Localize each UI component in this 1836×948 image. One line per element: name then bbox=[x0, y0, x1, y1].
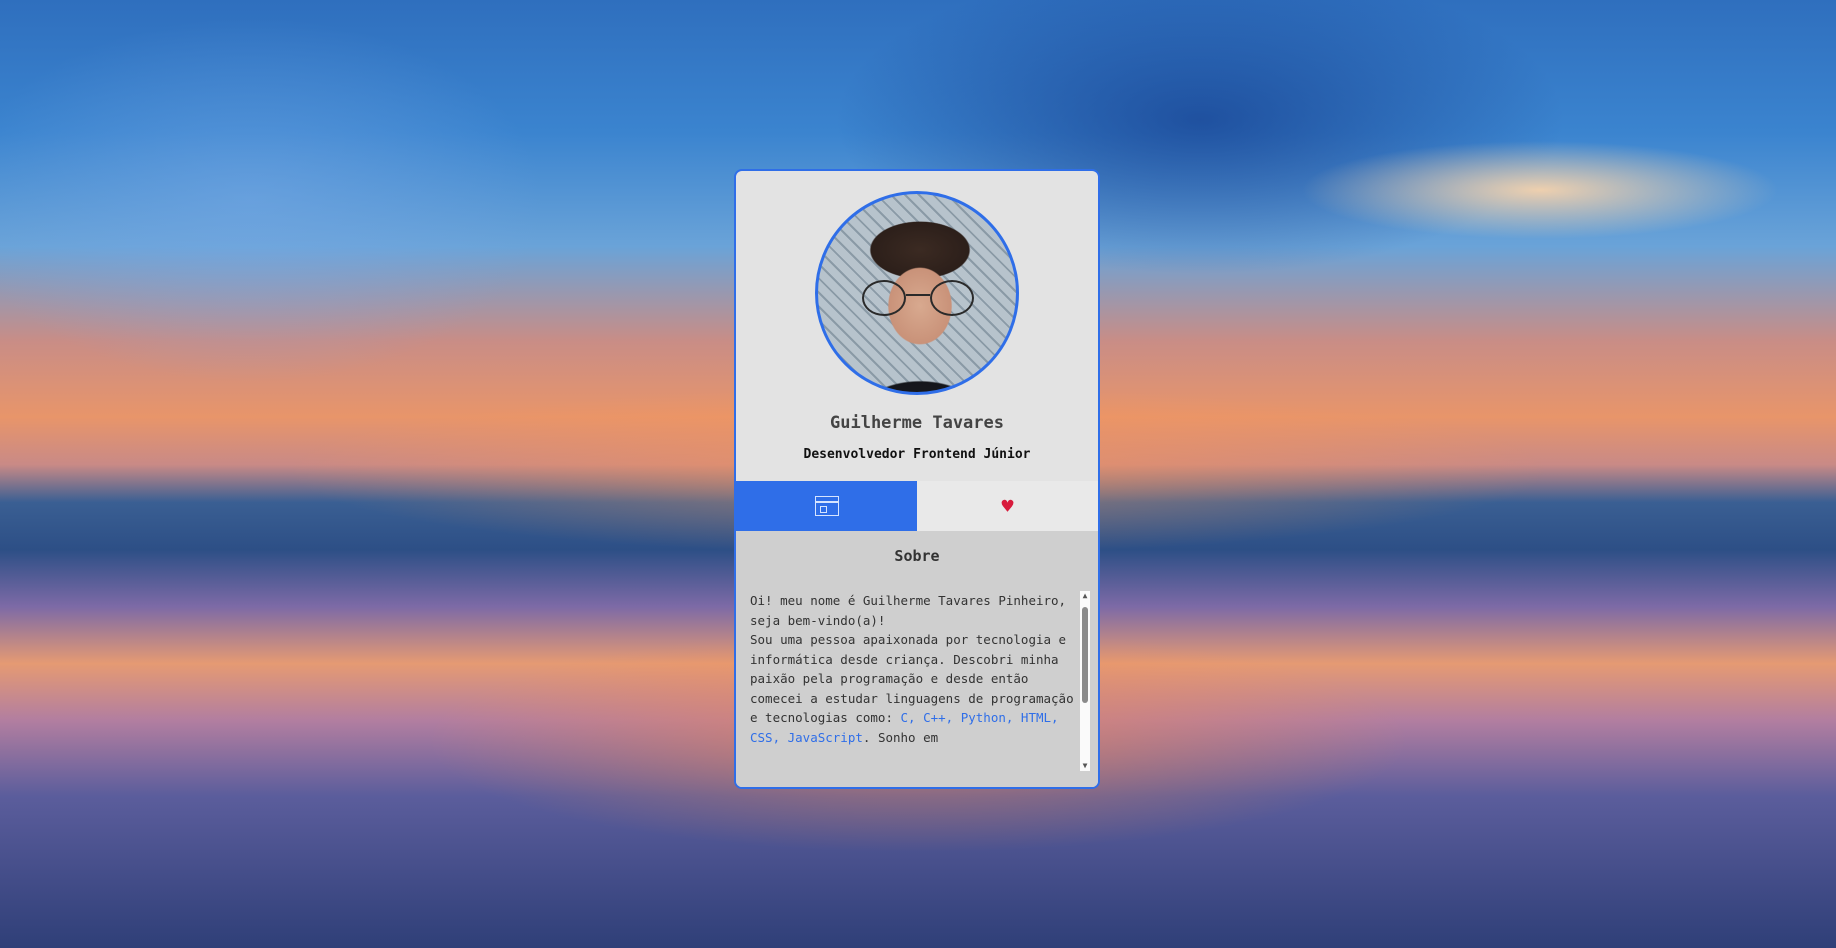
glasses-left bbox=[862, 280, 906, 316]
about-line-2: Sou uma pessoa apaixonada por tecnologia… bbox=[750, 630, 1076, 747]
about-scrollbar[interactable]: ▲ ▼ bbox=[1080, 591, 1090, 771]
avatar bbox=[815, 191, 1019, 395]
scroll-down-icon[interactable]: ▼ bbox=[1080, 761, 1090, 771]
profile-role: Desenvolvedor Frontend Júnior bbox=[803, 447, 1031, 462]
profile-card: Guilherme Tavares Desenvolvedor Frontend… bbox=[734, 169, 1100, 789]
profile-name: Guilherme Tavares bbox=[830, 413, 1004, 433]
heart-icon: ♥ bbox=[1001, 494, 1014, 518]
about-text[interactable]: Oi! meu nome é Guilherme Tavares Pinheir… bbox=[750, 591, 1076, 771]
glasses-right bbox=[930, 280, 974, 316]
window-icon bbox=[814, 496, 839, 516]
tab-about[interactable] bbox=[736, 481, 917, 531]
about-line-3: . Sonho em bbox=[862, 729, 939, 745]
glasses-bridge bbox=[906, 294, 930, 296]
about-panel: Sobre Oi! meu nome é Guilherme Tavares P… bbox=[736, 531, 1098, 787]
tab-bar: ♥ bbox=[736, 481, 1098, 531]
about-line-1: Oi! meu nome é Guilherme Tavares Pinheir… bbox=[750, 593, 1067, 628]
about-title: Sobre bbox=[894, 547, 940, 565]
tab-favorites[interactable]: ♥ bbox=[917, 481, 1098, 531]
scroll-thumb[interactable] bbox=[1082, 607, 1088, 703]
scroll-up-icon[interactable]: ▲ bbox=[1080, 591, 1090, 601]
